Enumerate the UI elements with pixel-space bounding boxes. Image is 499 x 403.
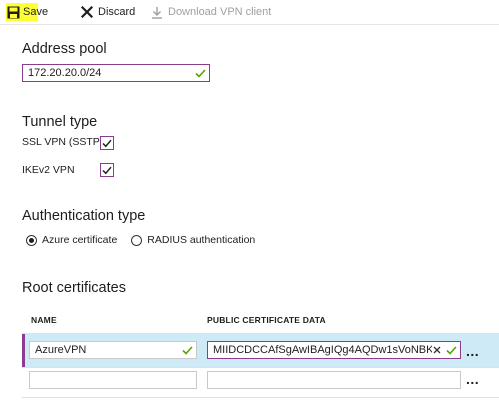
- azure-certificate-label: Azure certificate: [42, 234, 118, 246]
- selected-row-marker: [22, 334, 25, 367]
- address-pool-value: 172.20.20.0/24: [28, 67, 102, 79]
- save-icon: [7, 5, 20, 19]
- address-pool-input[interactable]: 172.20.20.0/24: [22, 64, 210, 82]
- authentication-type-heading: Authentication type: [22, 208, 146, 224]
- sstp-label: SSL VPN (SSTP): [22, 136, 104, 148]
- radio-unselected-icon: [131, 234, 143, 246]
- download-label: Download VPN client: [168, 6, 272, 18]
- new-certificate-name-input[interactable]: [29, 371, 197, 389]
- command-bar: Save Discard Download VPN client: [0, 0, 499, 25]
- azure-certificate-radio[interactable]: Azure certificate: [26, 234, 117, 246]
- row-divider: [22, 397, 499, 398]
- root-certificates-heading: Root certificates: [22, 280, 126, 296]
- ikev2-checkbox[interactable]: [100, 163, 114, 177]
- tunnel-type-heading: Tunnel type: [22, 114, 98, 130]
- clear-icon[interactable]: [432, 345, 442, 355]
- sstp-checkbox[interactable]: [100, 136, 114, 150]
- discard-button[interactable]: Discard: [80, 3, 135, 21]
- checkmark-icon: [194, 67, 206, 79]
- discard-label: Discard: [98, 6, 136, 18]
- close-icon: [80, 5, 94, 19]
- download-icon: [150, 5, 164, 19]
- column-header-public-certificate-data: PUBLIC CERTIFICATE DATA: [207, 315, 326, 325]
- column-header-name: NAME: [31, 315, 57, 325]
- row-divider: [22, 367, 499, 368]
- certificate-name-value: AzureVPN: [35, 344, 87, 356]
- new-certificate-data-input[interactable]: [207, 371, 461, 389]
- certificate-data-input[interactable]: MIIDCDCCAfSgAwIBAgIQg4AQDw1sVoNBKXX: [207, 341, 461, 359]
- radius-authentication-label: RADIUS authentication: [147, 234, 256, 246]
- row-more-button[interactable]: ...: [466, 371, 479, 387]
- certificate-name-input[interactable]: AzureVPN: [29, 341, 197, 359]
- checkmark-icon: [181, 344, 193, 356]
- radius-authentication-radio[interactable]: RADIUS authentication: [131, 234, 255, 246]
- download-vpn-client-button: Download VPN client: [150, 3, 271, 21]
- certificate-data-value: MIIDCDCCAfSgAwIBAgIQg4AQDw1sVoNBKXX: [213, 344, 432, 356]
- radio-selected-icon: [26, 234, 37, 246]
- ikev2-label: IKEv2 VPN: [22, 164, 75, 176]
- save-label: Save: [23, 6, 49, 18]
- address-pool-heading: Address pool: [22, 41, 107, 57]
- authentication-type-radio-group: Azure certificate RADIUS authentication: [26, 233, 269, 247]
- save-button[interactable]: Save: [6, 3, 48, 21]
- checkmark-icon: [445, 344, 457, 356]
- row-more-button[interactable]: ...: [466, 343, 479, 359]
